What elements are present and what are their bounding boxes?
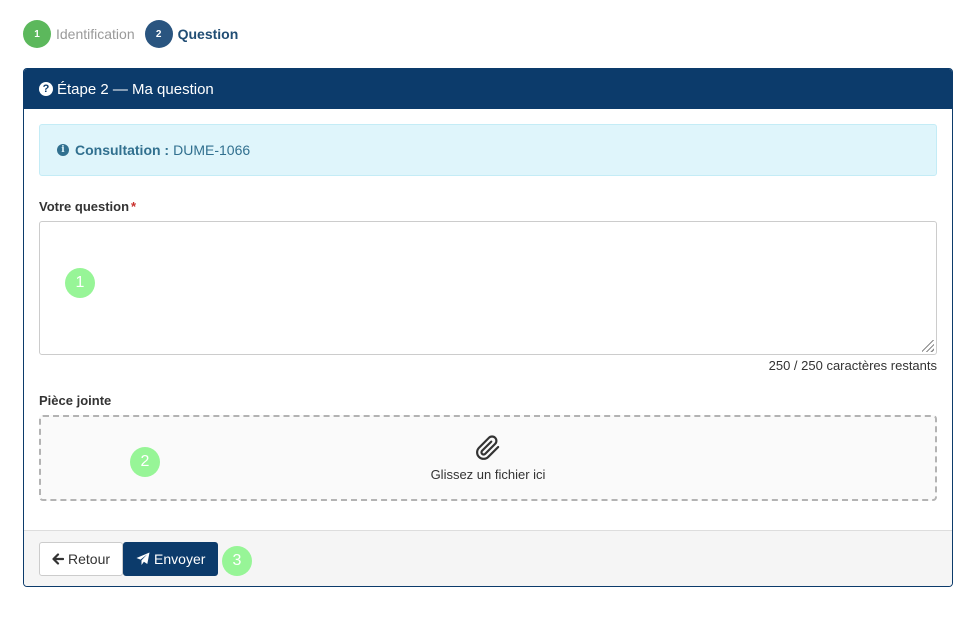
required-mark: *	[131, 199, 137, 214]
back-button-label: Retour	[68, 550, 111, 567]
send-button-label: Envoyer	[154, 550, 206, 567]
step-question[interactable]: 2 Question	[144, 20, 239, 48]
step-number-2: 2	[144, 20, 173, 48]
panel-body: i Consultation : DUME-1066 Votre questio…	[24, 109, 952, 532]
question-label-text: Votre question	[39, 199, 130, 214]
marker-2: 2	[130, 447, 160, 477]
question-panel: ? Étape 2 — Ma question i Consultation :…	[23, 68, 953, 587]
question-label: Votre question *	[39, 199, 136, 214]
question-textarea[interactable]	[39, 221, 937, 355]
marker-1: 1	[65, 268, 95, 298]
step-label-identification: Identification	[56, 26, 135, 42]
step-label-question: Question	[177, 26, 239, 42]
send-button[interactable]: Envoyer	[123, 541, 219, 576]
info-circle-icon: i	[57, 144, 69, 156]
consultation-label: Consultation :	[75, 142, 170, 158]
step-number-1: 1	[23, 20, 51, 48]
consultation-value: DUME-1066	[173, 142, 251, 158]
consultation-alert: i Consultation : DUME-1066	[39, 124, 937, 176]
step-identification[interactable]: 1 Identification	[23, 20, 135, 48]
file-dropzone[interactable]: Glissez un fichier ici	[39, 415, 937, 501]
question-circle-icon: ?	[39, 82, 53, 96]
resize-grip-icon[interactable]	[922, 340, 934, 352]
attachment-label: Pièce jointe	[39, 393, 112, 408]
back-button[interactable]: Retour	[39, 541, 124, 576]
marker-3: 3	[222, 546, 252, 576]
paper-plane-icon	[136, 552, 150, 566]
dropzone-text: Glissez un fichier ici	[430, 466, 546, 482]
paperclip-icon	[476, 434, 500, 460]
stepper: 1 Identification 2 Question	[23, 20, 248, 48]
panel-title: Étape 2 — Ma question	[57, 80, 214, 98]
arrow-left-icon	[52, 552, 64, 565]
char-counter: 250 / 250 caractères restants	[768, 358, 937, 373]
panel-header: ? Étape 2 — Ma question	[24, 69, 952, 109]
panel-footer: Retour Envoyer	[24, 530, 952, 586]
